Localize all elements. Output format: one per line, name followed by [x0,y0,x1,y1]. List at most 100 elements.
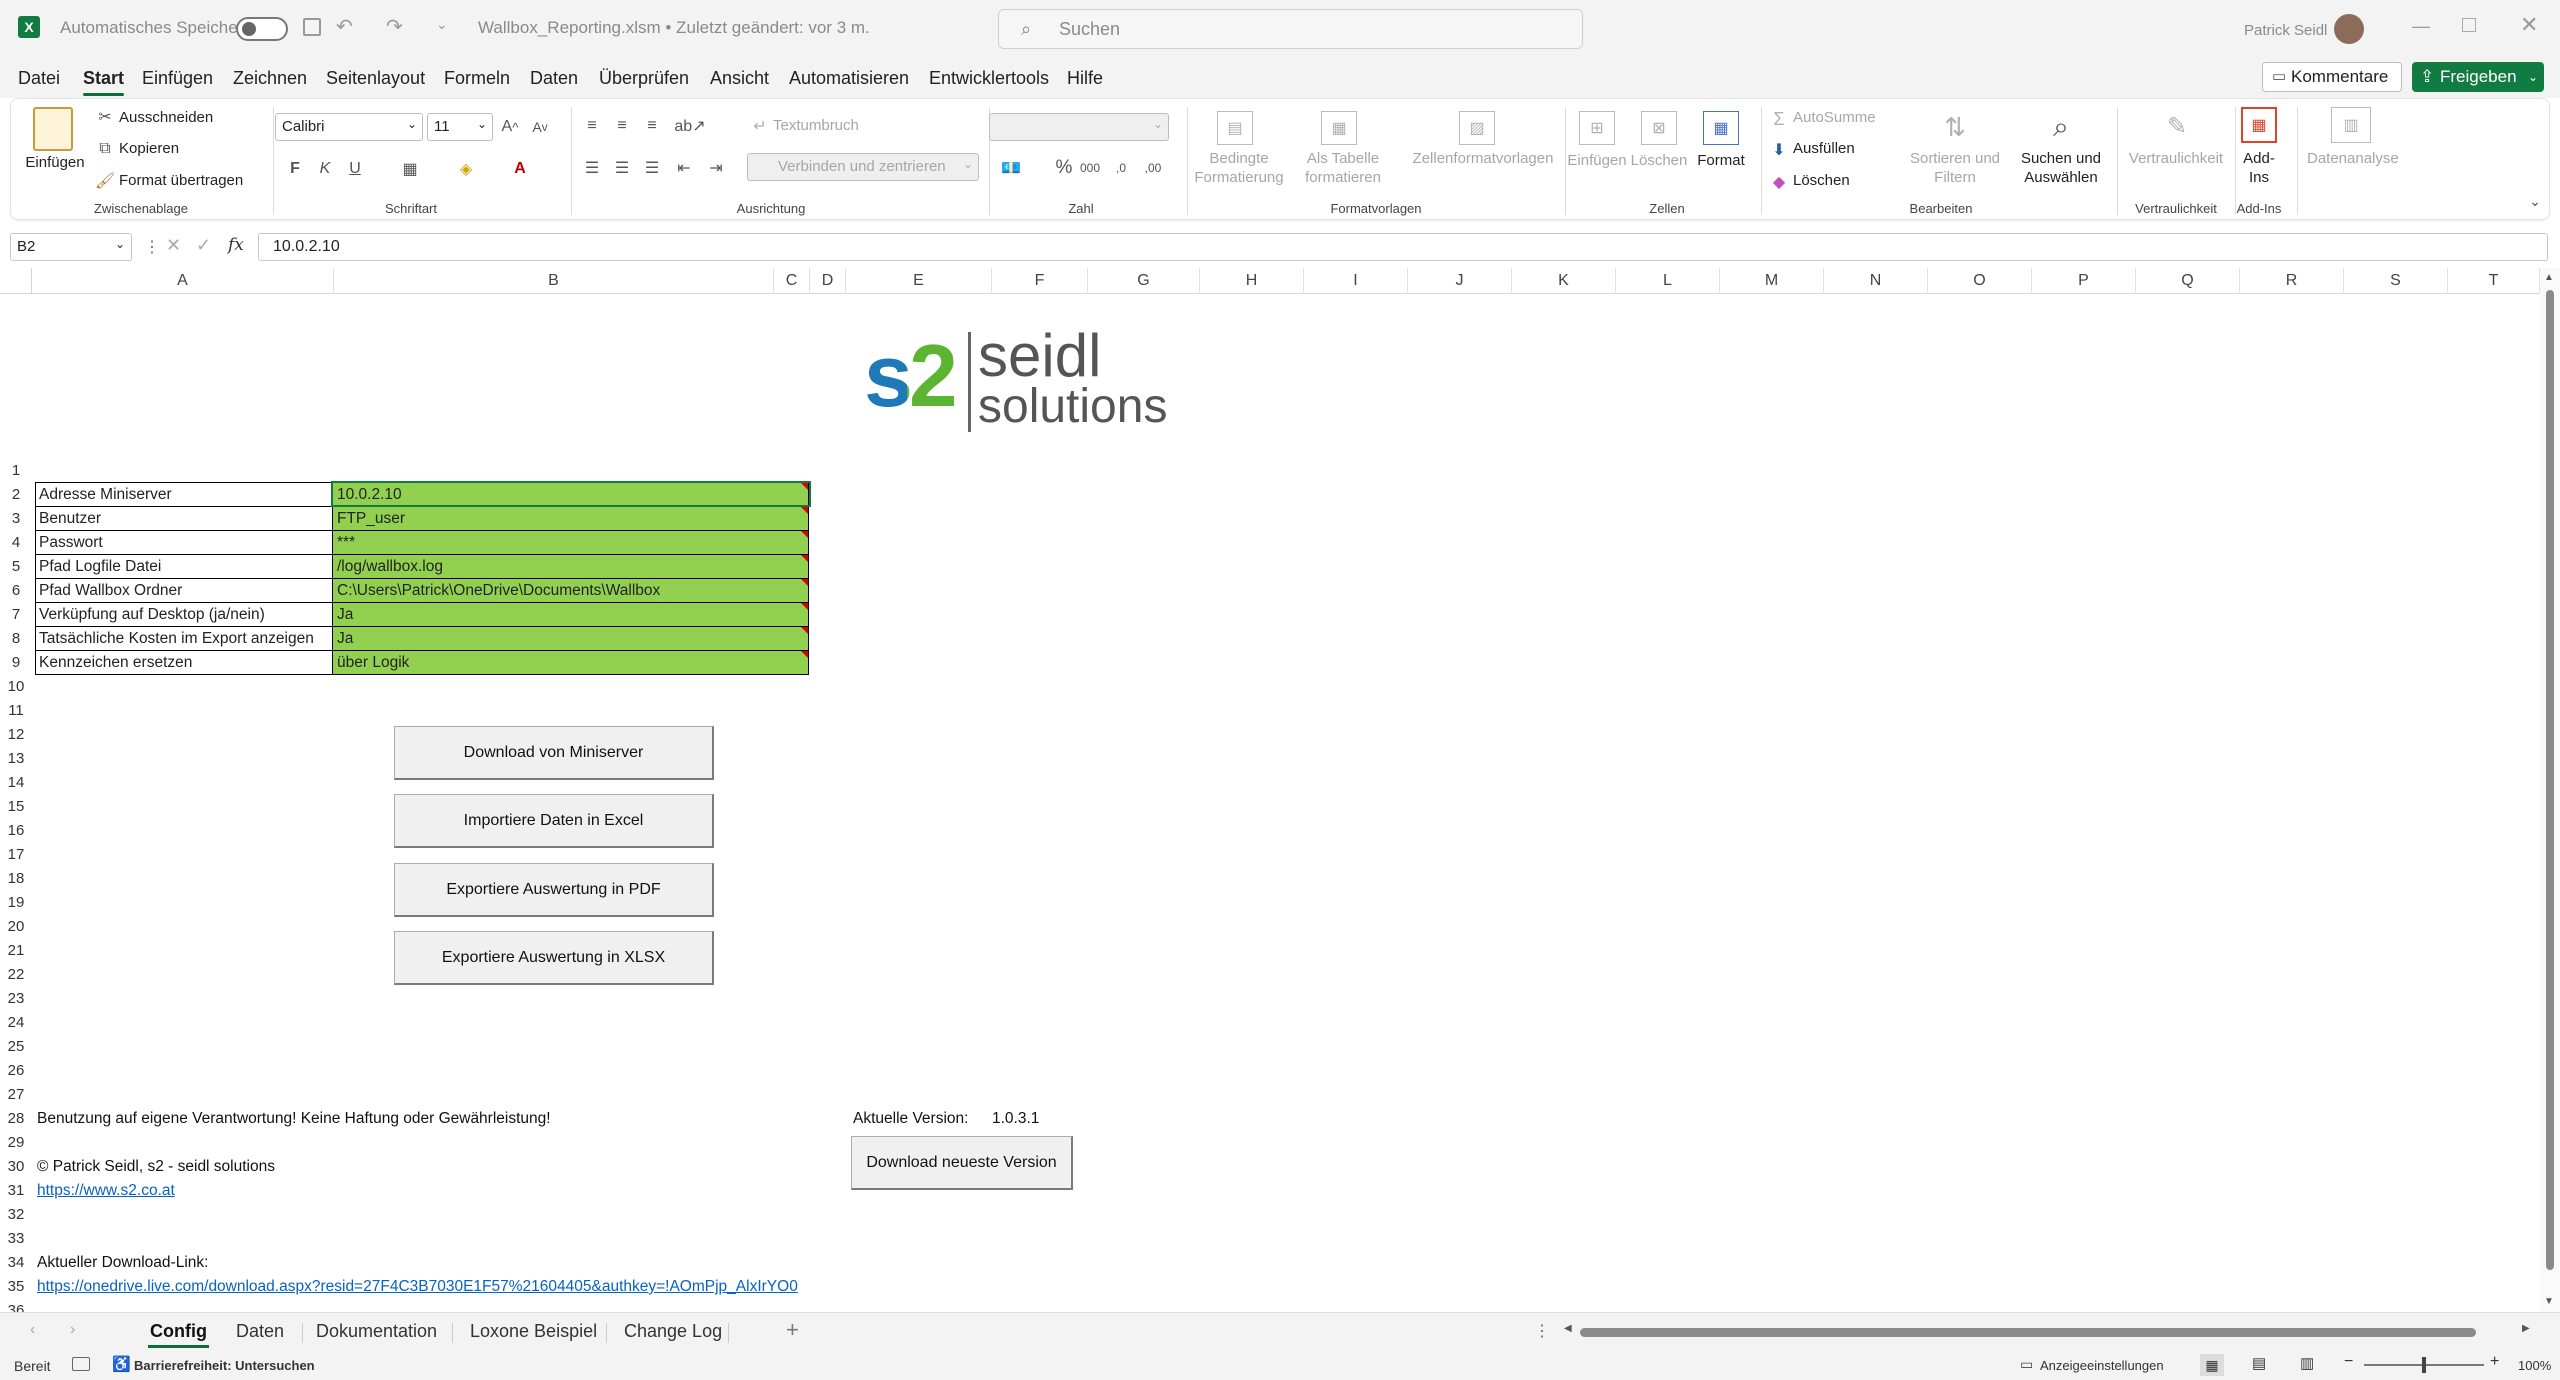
column-header-l[interactable]: L [1616,268,1720,294]
autosum-icon[interactable]: Σ [1769,107,1789,131]
scroll-up-icon[interactable]: ▲ [2544,272,2554,283]
wrap-text-icon[interactable]: ↵ [749,113,771,139]
paste-label[interactable]: Einfügen [25,153,85,172]
fill-icon[interactable]: ⬇ [1769,139,1789,161]
underline-icon[interactable]: U [343,155,367,183]
cell-styles-icon[interactable]: ▨ [1459,111,1495,145]
column-header-o[interactable]: O [1928,268,2032,294]
row-header[interactable]: 35 [0,1274,32,1298]
sheet-tab-daten[interactable]: Daten [230,1321,290,1342]
autosum-label[interactable]: AutoSumme [1793,109,1876,126]
column-header-g[interactable]: G [1088,268,1200,294]
config-label[interactable]: Tatsächliche Kosten im Export anzeigen [35,627,333,651]
config-label[interactable]: Benutzer [35,507,333,531]
row-header[interactable]: 32 [0,1202,32,1226]
more-icon[interactable]: ⋮ [144,237,160,257]
page-break-view-icon[interactable]: ▥ [2300,1354,2314,1372]
format-as-table-icon[interactable]: ▦ [1321,111,1357,145]
vertical-scrollbar[interactable]: ▲ ▼ [2540,268,2560,1312]
column-header-f[interactable]: F [992,268,1088,294]
website-link[interactable]: https://www.s2.co.at [37,1182,175,1200]
row-header[interactable]: 15 [0,794,32,818]
column-header-q[interactable]: Q [2136,268,2240,294]
zoom-in-icon[interactable]: + [2490,1353,2499,1371]
row-header[interactable]: 11 [0,698,32,722]
format-painter-icon[interactable]: 🖌 [95,171,115,191]
config-value[interactable]: *** [333,531,809,555]
more-options-icon[interactable]: ⋮ [1534,1321,1550,1341]
column-header-t[interactable]: T [2448,268,2540,294]
hscroll-left-icon[interactable]: ◀ [1564,1323,1572,1334]
column-header-e[interactable]: E [846,268,992,294]
config-value[interactable]: C:\Users\Patrick\OneDrive\Documents\Wall… [333,579,809,603]
row-header[interactable]: 10 [0,674,32,698]
prev-sheet-icon[interactable]: ‹ [30,1321,35,1339]
fill-label[interactable]: Ausfüllen [1793,140,1855,157]
decrease-font-icon[interactable]: Av [527,113,553,141]
config-label[interactable]: Passwort [35,531,333,555]
avatar[interactable] [2334,14,2364,44]
format-cells-icon[interactable]: ▦ [1703,111,1739,145]
merge-center-button[interactable]: Verbinden und zentrieren ⌄ [747,153,979,181]
function-icon[interactable]: fx [228,235,244,255]
row-header[interactable]: 16 [0,818,32,842]
column-header-b[interactable]: B [334,268,774,294]
share-button[interactable]: ⇪ Freigeben ⌄ [2412,62,2544,92]
menu-automatisieren[interactable]: Automatisieren [789,68,909,89]
scroll-down-icon[interactable]: ▼ [2544,1296,2554,1307]
align-middle-icon[interactable]: ≡ [609,113,635,139]
collapse-ribbon-icon[interactable]: ⌄ [2525,191,2545,211]
row-header[interactable]: 19 [0,890,32,914]
column-header-d[interactable]: D [810,268,846,294]
increase-indent-icon[interactable]: ⇥ [703,155,729,181]
config-label[interactable]: Verküpfung auf Desktop (ja/nein) [35,603,333,627]
export-pdf-button[interactable]: Exportiere Auswertung in PDF [394,863,714,917]
undo-icon[interactable]: ↶ [336,14,353,39]
search-box[interactable]: ⌕ Suchen [998,9,1583,49]
select-all-corner[interactable] [0,268,32,294]
scroll-thumb[interactable] [2546,290,2554,1270]
find-select-icon[interactable]: ⌕ [2041,107,2081,147]
minimize-icon[interactable]: — [2412,16,2430,37]
config-label[interactable]: Pfad Wallbox Ordner [35,579,333,603]
decrease-indent-icon[interactable]: ⇤ [671,155,697,181]
column-header-i[interactable]: I [1304,268,1408,294]
maximize-icon[interactable] [2462,18,2476,32]
column-header-s[interactable]: S [2344,268,2448,294]
normal-view-icon[interactable]: ▦ [2200,1354,2224,1376]
row-header[interactable]: 14 [0,770,32,794]
menu-entwicklertools[interactable]: Entwicklertools [929,68,1049,89]
sensitivity-label[interactable]: Vertraulichkeit [2121,149,2231,168]
row-header[interactable]: 17 [0,842,32,866]
row-header[interactable]: 24 [0,1010,32,1034]
hscroll-right-icon[interactable]: ▶ [2522,1323,2530,1334]
row-header[interactable]: 25 [0,1034,32,1058]
delete-cells-label[interactable]: Löschen [1629,151,1689,170]
download-link[interactable]: https://onedrive.live.com/download.aspx?… [37,1278,798,1296]
insert-cells-icon[interactable]: ⊞ [1579,111,1615,145]
column-header-k[interactable]: K [1512,268,1616,294]
config-value[interactable]: /log/wallbox.log [333,555,809,579]
config-label[interactable]: Adresse Miniserver [35,483,333,507]
menu-hilfe[interactable]: Hilfe [1067,68,1103,89]
menu-seitenlayout[interactable]: Seitenlayout [326,68,425,89]
sheet-tab-loxone-beispiel[interactable]: Loxone Beispiel [464,1321,603,1342]
add-sheet-icon[interactable]: + [786,1317,799,1343]
cut-label[interactable]: Ausschneiden [119,109,213,126]
find-select-label[interactable]: Suchen und Auswählen [2011,149,2111,187]
data-analysis-label[interactable]: Datenanalyse [2307,149,2399,168]
sheet-tab-change-log[interactable]: Change Log [618,1321,728,1342]
download-from-miniserver-button[interactable]: Download von Miniserver [394,726,714,780]
menu-einfuegen[interactable]: Einfügen [142,68,213,89]
cell-styles-label[interactable]: Zellenformatvorlagen [1403,149,1563,168]
clear-icon[interactable]: ◆ [1769,171,1789,193]
align-right-icon[interactable]: ☰ [639,155,665,181]
align-center-icon[interactable]: ☰ [609,155,635,181]
import-data-button[interactable]: Importiere Daten in Excel [394,794,714,848]
display-settings-icon[interactable]: ▭ [2020,1356,2033,1373]
sort-filter-icon[interactable]: ⇅ [1935,107,1975,147]
config-label[interactable]: Kennzeichen ersetzen [35,651,333,675]
thousands-icon[interactable]: 000 [1079,155,1101,181]
clear-label[interactable]: Löschen [1793,172,1850,189]
column-header-m[interactable]: M [1720,268,1824,294]
